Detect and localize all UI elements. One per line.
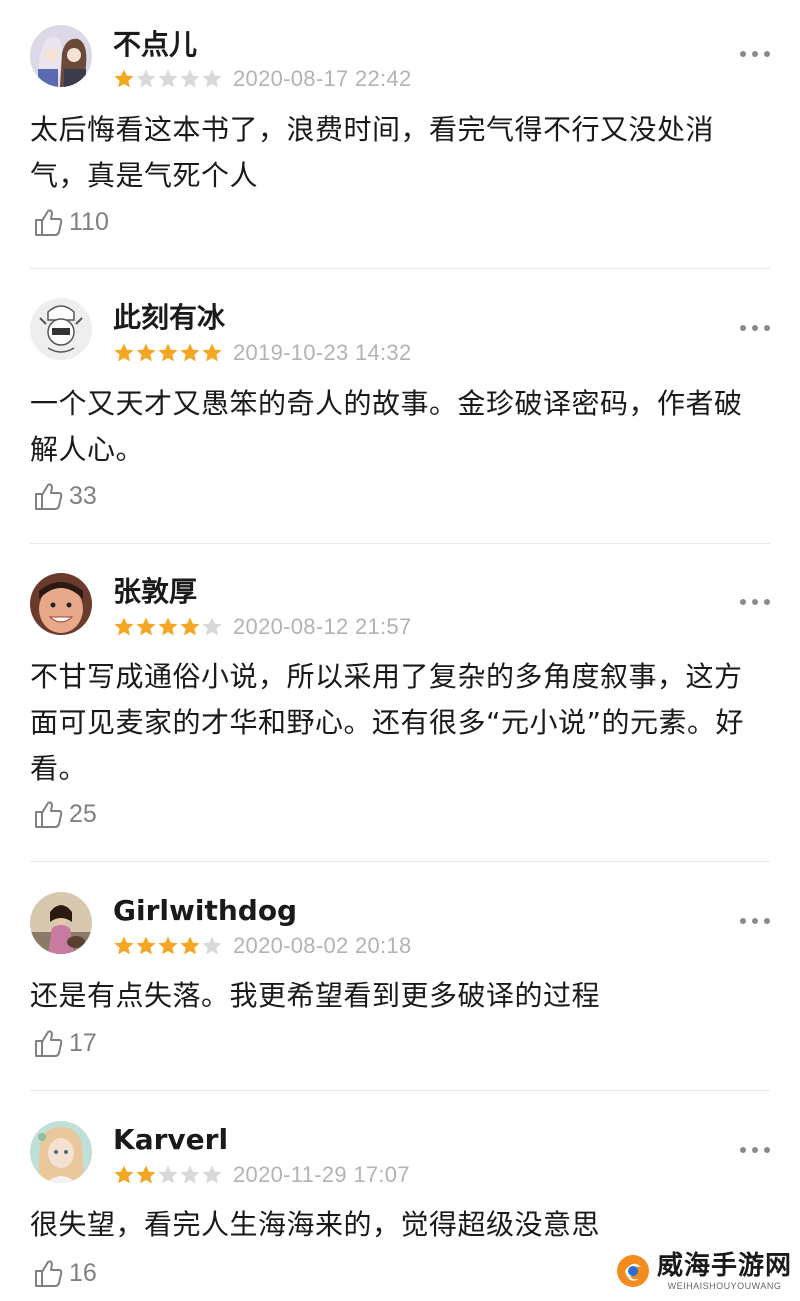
username[interactable]: 不点儿 [113,28,197,62]
star-filled-icon [202,343,222,362]
star-filled-icon [158,936,178,955]
star-filled-icon [114,343,134,362]
like-count: 16 [69,1258,97,1287]
star-filled-icon [114,69,134,88]
star-filled-icon [114,1165,134,1184]
review-content: 一个又天才又愚笨的奇人的故事。金珍破译密码，作者破解人心。 [30,387,743,466]
star-filled-icon [114,617,134,636]
review-content: 还是有点失落。我更希望看到更多破译的过程 [30,979,601,1012]
username[interactable]: Girlwithdog [113,894,297,928]
review-date: 2019-10-23 14:32 [233,340,412,365]
watermark-logo-icon [616,1255,649,1287]
star-filled-icon [136,617,156,636]
review-date: 2020-08-02 20:18 [233,933,412,958]
like-button[interactable]: 17 [33,1026,97,1060]
review-date: 2020-08-12 21:57 [233,614,412,639]
star-filled-icon [158,617,178,636]
star-empty-icon [158,69,178,88]
site-watermark: 威海手游网 WEIHAISHOUYOUWANG [615,1251,792,1291]
rating-row: 2020-08-17 22:42 [113,66,412,91]
more-options-icon[interactable] [740,50,770,58]
avatar[interactable] [30,25,92,87]
watermark-title: 威海手游网 [656,1251,792,1281]
divider [30,268,770,269]
avatar[interactable] [30,892,92,954]
divider [30,861,770,862]
review-date: 2020-11-29 17:07 [233,1162,410,1187]
star-empty-icon [180,1165,200,1184]
avatar[interactable] [30,298,92,360]
star-rating [113,616,223,638]
star-empty-icon [136,69,156,88]
star-rating [113,1164,223,1186]
like-button[interactable]: 25 [33,797,97,831]
thumbs-up-icon [35,1030,63,1057]
username[interactable]: Karverl [113,1123,228,1157]
review-content: 很失望，看完人生海海来的，觉得超级没意思 [30,1208,601,1241]
star-filled-icon [180,936,200,955]
like-count: 17 [69,1028,97,1057]
star-filled-icon [136,936,156,955]
more-options-icon[interactable] [740,598,770,606]
star-filled-icon [136,343,156,362]
like-button[interactable]: 16 [33,1256,97,1290]
rating-row: 2019-10-23 14:32 [113,340,412,365]
review-content: 太后悔看这本书了，浪费时间，看完气得不行又没处消气，真是气死个人 [30,113,715,192]
thumbs-up-icon [35,1260,63,1287]
divider [30,543,770,544]
more-options-icon[interactable] [740,324,770,332]
star-filled-icon [180,617,200,636]
star-empty-icon [202,1165,222,1184]
like-button[interactable]: 33 [33,479,97,513]
divider [30,1090,770,1091]
star-rating [113,68,223,90]
username[interactable]: 张敦厚 [113,575,197,609]
star-empty-icon [202,69,222,88]
avatar[interactable] [30,573,92,635]
thumbs-up-icon [35,483,63,510]
star-rating [113,342,223,364]
like-button[interactable]: 110 [33,205,109,239]
thumbs-up-icon [35,801,63,828]
thumbs-up-icon [35,209,63,236]
avatar[interactable] [30,1121,92,1183]
review-content: 不甘写成通俗小说，所以采用了复杂的多角度叙事，这方面可见麦家的才华和野心。还有很… [30,660,745,785]
star-filled-icon [136,1165,156,1184]
review-date: 2020-08-17 22:42 [233,66,412,91]
star-empty-icon [202,936,222,955]
star-filled-icon [114,936,134,955]
watermark-subtitle: WEIHAISHOUYOUWANG [667,1281,782,1291]
rating-row: 2020-08-12 21:57 [113,614,412,639]
like-count: 25 [69,799,97,828]
username[interactable]: 此刻有冰 [113,301,225,335]
star-empty-icon [158,1165,178,1184]
star-rating [113,935,223,957]
more-options-icon[interactable] [740,917,770,925]
like-count: 110 [69,207,109,236]
star-filled-icon [158,343,178,362]
star-empty-icon [202,617,222,636]
rating-row: 2020-08-02 20:18 [113,933,412,958]
like-count: 33 [69,481,97,510]
star-empty-icon [180,69,200,88]
star-filled-icon [180,343,200,362]
more-options-icon[interactable] [740,1146,770,1154]
rating-row: 2020-11-29 17:07 [113,1162,410,1187]
